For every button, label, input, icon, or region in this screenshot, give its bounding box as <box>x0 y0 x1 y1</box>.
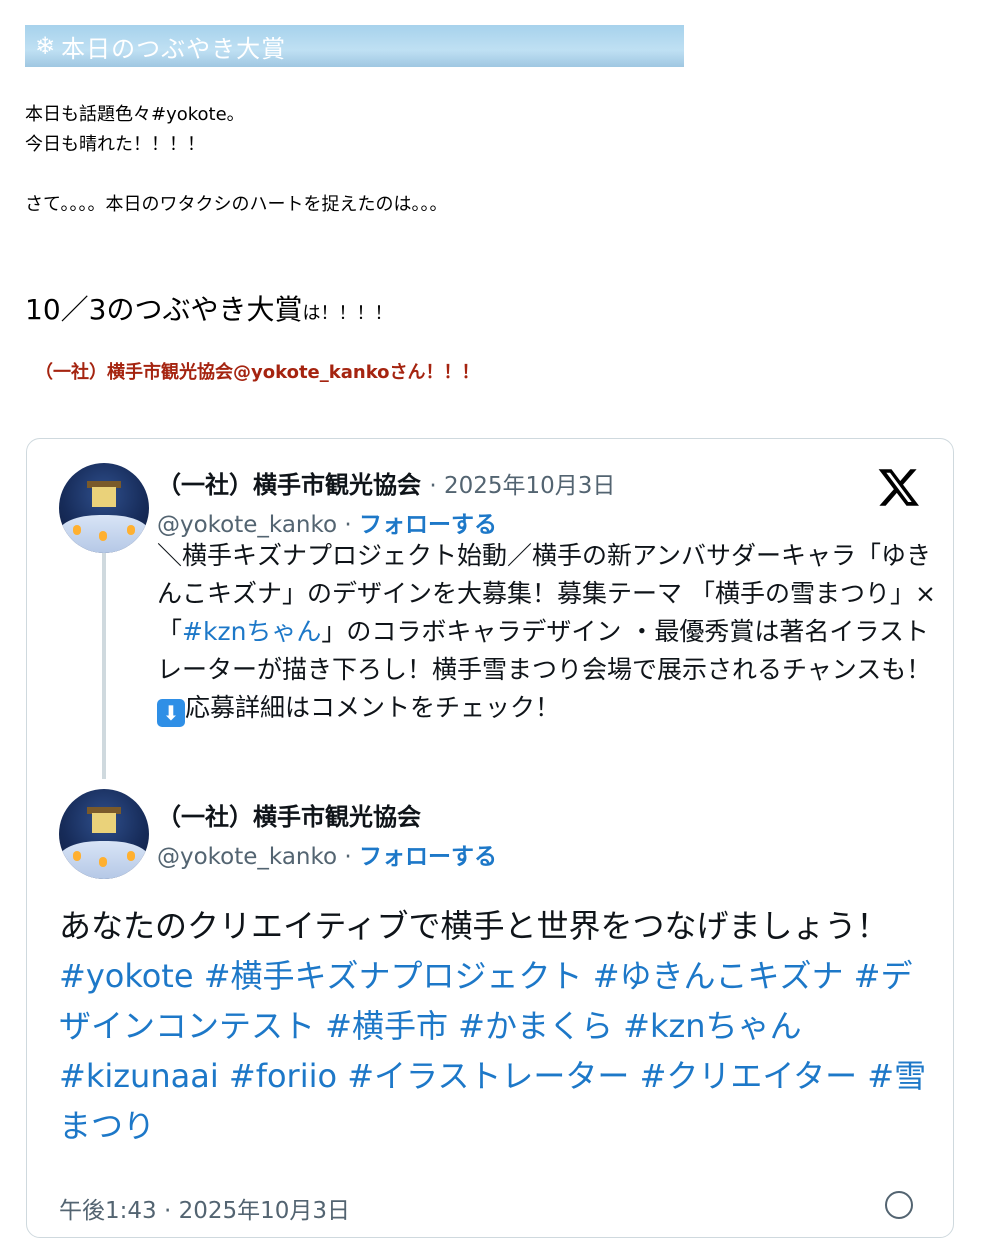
tweet-handle-row: @yokote_kanko · フォローする <box>157 837 497 871</box>
intro-line: さて。。。。本日のワタクシのハートを捉えたのは。。。 <box>25 194 448 215</box>
tweet-author-name[interactable]: （一社）横手市観光協会 <box>157 797 421 832</box>
intro-line: 今日も晴れた！！！！ <box>25 134 205 155</box>
avatar[interactable] <box>59 463 149 553</box>
info-icon[interactable] <box>885 1191 913 1219</box>
tweet-handle-row: @yokote_kanko · フォローする <box>157 505 497 539</box>
winner-announcement: （一社）横手市観光協会@yokote_kankoさん！！！ <box>35 362 480 383</box>
follow-button[interactable]: フォローする <box>359 512 497 538</box>
hashtag-links[interactable]: #yokote #横手キズナプロジェクト #ゆきんこキズナ #デザインコンテスト… <box>59 957 926 1145</box>
hashtag-link[interactable]: #kznちゃん <box>182 617 321 646</box>
tweet-date[interactable]: · 2025年10月3日 <box>429 473 615 499</box>
down-arrow-icon: ⬇ <box>157 699 185 727</box>
x-logo-icon[interactable] <box>877 465 921 509</box>
avatar[interactable] <box>59 789 149 879</box>
award-suffix: は！！！！ <box>302 303 393 324</box>
embedded-tweet-card[interactable]: （一社）横手市観光協会 · 2025年10月3日 @yokote_kanko ·… <box>26 438 954 1238</box>
tweet-text: ＼横手キズナプロジェクト始動／横手の新アンバサダーキャラ「ゆきんこキズナ」のデザ… <box>157 541 936 727</box>
award-title: 10／3のつぶやき大賞 <box>25 293 303 326</box>
tweet-timestamp[interactable]: 午後1:43 · 2025年10月3日 <box>59 1191 350 1225</box>
tweet-main-text: あなたのクリエイティブで横手と世界をつなげましょう！ #yokote #横手キズナ… <box>59 907 927 1145</box>
follow-button[interactable]: フォローする <box>359 844 497 870</box>
tweet-handle[interactable]: @yokote_kanko · <box>157 844 352 870</box>
intro-text: 本日も話題色々#yokote。 今日も晴れた！！！！ さて。。。。本日のワタクシ… <box>25 100 447 220</box>
tweet-author-name[interactable]: （一社）横手市観光協会 · 2025年10月3日 <box>157 465 615 500</box>
tweet-handle[interactable]: @yokote_kanko · <box>157 512 352 538</box>
section-title: 本日のつぶやき大賞 <box>61 34 287 63</box>
award-heading: 10／3のつぶやき大賞は！！！！ <box>25 288 392 328</box>
snowflake-icon: ❄ <box>35 32 56 60</box>
thread-connector <box>102 553 106 779</box>
section-header-bar: ❄ 本日のつぶやき大賞 <box>25 25 684 67</box>
intro-line: 本日も話題色々#yokote。 <box>25 104 245 125</box>
